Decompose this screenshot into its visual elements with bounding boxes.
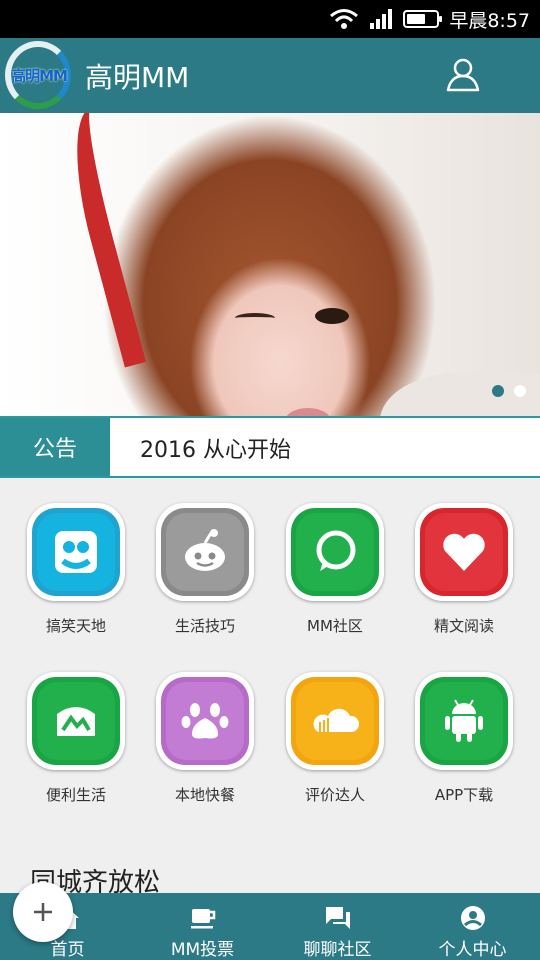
grid-item-app-download[interactable]: APP下载 xyxy=(399,672,529,805)
life-tips-icon xyxy=(185,529,225,571)
grid-label: 精文阅读 xyxy=(433,617,494,635)
convenient-life-icon xyxy=(57,707,95,736)
add-fab-button[interactable] xyxy=(13,882,73,942)
heart-reading-icon xyxy=(443,533,485,571)
notice-label: 公告 xyxy=(0,418,110,476)
carousel-dot[interactable] xyxy=(514,385,526,397)
grid-item-review[interactable]: 评价达人 xyxy=(270,672,400,805)
nav-vote[interactable]: MM投票 xyxy=(135,893,270,960)
notice-bar[interactable]: 公告 2016 从心开始 xyxy=(0,416,540,478)
nav-chat[interactable]: 聊聊社区 xyxy=(270,893,405,960)
grid-item-reading[interactable]: 精文阅读 xyxy=(399,503,529,636)
grid-label: 便利生活 xyxy=(45,786,106,804)
grid-item-life-tips[interactable]: 生活技巧 xyxy=(140,503,270,636)
carousel-indicator xyxy=(492,385,526,397)
grid-item-convenient[interactable]: 便利生活 xyxy=(11,672,141,805)
banner-carousel[interactable] xyxy=(0,113,540,416)
user-icon xyxy=(446,58,480,92)
account-circle-icon xyxy=(460,906,485,930)
logo-text: 高明MM xyxy=(11,67,68,85)
status-bar: 早晨8:57 xyxy=(0,0,540,38)
nav-label: 首页 xyxy=(50,940,85,960)
profile-button[interactable] xyxy=(443,54,483,94)
status-time: 早晨8:57 xyxy=(449,9,530,32)
grid-item-funny[interactable]: 搞笑天地 xyxy=(11,503,141,636)
grid-label: 本地快餐 xyxy=(174,786,235,804)
grid-item-local-food[interactable]: 本地快餐 xyxy=(140,672,270,805)
android-icon xyxy=(445,699,483,742)
app-bar: 高明MM 高明MM xyxy=(0,38,540,113)
notice-text[interactable]: 2016 从心开始 xyxy=(140,432,291,464)
wifi-icon xyxy=(330,9,359,29)
cloud-review-icon xyxy=(313,708,360,732)
nav-label: MM投票 xyxy=(170,940,235,960)
paw-food-icon xyxy=(181,703,229,739)
grid-item-community[interactable]: MM社区 xyxy=(270,503,400,636)
signal-icon xyxy=(370,9,393,29)
grid-label: MM社区 xyxy=(307,617,363,635)
nav-profile[interactable]: 个人中心 xyxy=(405,893,540,960)
grid-label: 生活技巧 xyxy=(174,617,235,635)
app-logo[interactable]: 高明MM xyxy=(5,41,71,109)
plus-icon xyxy=(34,903,52,921)
coffee-cup-icon xyxy=(190,909,215,929)
carousel-dot[interactable] xyxy=(492,385,504,397)
bottom-nav: 首页 MM投票 聊聊社区 个人中心 xyxy=(0,893,540,960)
grid-label: 搞笑天地 xyxy=(45,617,106,635)
funny-world-icon xyxy=(55,531,97,573)
grid-label: 评价达人 xyxy=(304,786,365,804)
grid-label: APP下载 xyxy=(434,786,494,804)
app-title: 高明MM xyxy=(85,61,190,94)
nav-label: 个人中心 xyxy=(438,940,507,960)
community-chat-icon xyxy=(316,530,356,571)
nav-label: 聊聊社区 xyxy=(303,940,372,960)
chat-bubbles-icon xyxy=(325,907,350,929)
battery-icon xyxy=(403,10,443,28)
